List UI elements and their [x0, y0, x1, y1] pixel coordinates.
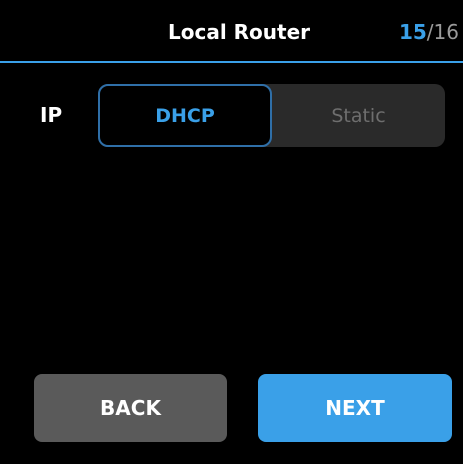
step-current: 15 — [398, 20, 427, 44]
static-option[interactable]: Static — [272, 84, 445, 147]
header: Local Router 15/16 — [0, 0, 463, 64]
step-total: 16 — [433, 20, 459, 44]
step-progress: 15/16 — [399, 20, 459, 44]
back-button[interactable]: BACK — [34, 374, 227, 442]
ip-mode-toggle: DHCP Static — [98, 84, 445, 147]
next-button[interactable]: NEXT — [258, 374, 452, 442]
step-separator: / — [426, 20, 434, 44]
dhcp-option[interactable]: DHCP — [98, 84, 272, 147]
ip-label: IP — [40, 103, 63, 127]
setup-screen: Local Router 15/16 IP DHCP Static BACK N… — [0, 0, 463, 464]
page-title: Local Router — [168, 20, 311, 44]
header-divider — [0, 61, 463, 63]
